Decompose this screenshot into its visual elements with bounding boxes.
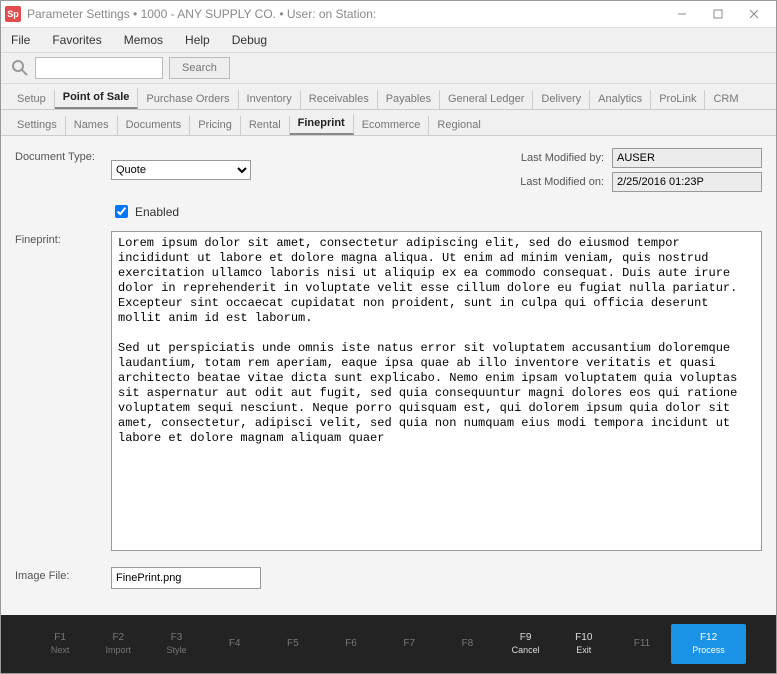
menu-memos[interactable]: Memos xyxy=(124,33,163,47)
fkey-f2[interactable]: F2Import xyxy=(89,632,147,656)
subtab-rental[interactable]: Rental xyxy=(241,116,290,135)
last-modified-on-label: Last Modified on: xyxy=(520,176,604,188)
fkey-f6[interactable]: F6 xyxy=(322,638,380,650)
menu-debug[interactable]: Debug xyxy=(232,33,267,47)
fineprint-textarea[interactable]: Lorem ipsum dolor sit amet, consectetur … xyxy=(111,231,762,551)
close-button[interactable] xyxy=(736,1,772,27)
tab-general-ledger[interactable]: General Ledger xyxy=(440,90,533,109)
search-icon xyxy=(11,59,29,77)
enabled-label: Enabled xyxy=(135,205,179,219)
document-type-label: Document Type: xyxy=(15,148,103,192)
tab-delivery[interactable]: Delivery xyxy=(533,90,590,109)
title-bar: Sp Parameter Settings • 1000 - ANY SUPPL… xyxy=(1,1,776,28)
tab-setup[interactable]: Setup xyxy=(9,90,55,109)
image-file-label: Image File: xyxy=(15,567,103,589)
fineprint-label: Fineprint: xyxy=(15,231,103,551)
fkey-f9-cancel[interactable]: F9Cancel xyxy=(497,632,555,656)
minimize-button[interactable] xyxy=(664,1,700,27)
app-icon: Sp xyxy=(5,6,21,22)
fkey-f4[interactable]: F4 xyxy=(206,638,264,650)
maximize-button[interactable] xyxy=(700,1,736,27)
last-modified-on-field xyxy=(612,172,762,192)
function-key-bar: F1Next F2Import F3Style F4 F5 F6 F7 F8 F… xyxy=(1,615,776,673)
search-input[interactable] xyxy=(35,57,163,79)
image-file-field[interactable] xyxy=(111,567,261,589)
fkey-f3[interactable]: F3Style xyxy=(147,632,205,656)
last-modified-by-label: Last Modified by: xyxy=(520,152,604,164)
tab-purchase-orders[interactable]: Purchase Orders xyxy=(138,90,238,109)
menu-favorites[interactable]: Favorites xyxy=(52,33,101,47)
subtab-fineprint[interactable]: Fineprint xyxy=(290,114,354,135)
secondary-tabs: Settings Names Documents Pricing Rental … xyxy=(1,110,776,136)
fkey-f7[interactable]: F7 xyxy=(380,638,438,650)
menu-file[interactable]: File xyxy=(11,33,30,47)
tab-inventory[interactable]: Inventory xyxy=(239,90,301,109)
enabled-checkbox[interactable] xyxy=(115,205,128,218)
subtab-pricing[interactable]: Pricing xyxy=(190,116,241,135)
toolbar: Search xyxy=(1,53,776,84)
fkey-f10-exit[interactable]: F10Exit xyxy=(555,632,613,656)
primary-tabs: Setup Point of Sale Purchase Orders Inve… xyxy=(1,84,776,110)
tab-payables[interactable]: Payables xyxy=(378,90,440,109)
form-area: Document Type: Quote Last Modified by: L… xyxy=(1,136,776,615)
tab-prolink[interactable]: ProLink xyxy=(651,90,705,109)
fkey-f5[interactable]: F5 xyxy=(264,638,322,650)
subtab-names[interactable]: Names xyxy=(66,116,118,135)
menu-help[interactable]: Help xyxy=(185,33,210,47)
fkey-f1[interactable]: F1Next xyxy=(31,632,89,656)
subtab-regional[interactable]: Regional xyxy=(429,116,488,135)
window-title: Parameter Settings • 1000 - ANY SUPPLY C… xyxy=(27,7,376,21)
subtab-ecommerce[interactable]: Ecommerce xyxy=(354,116,430,135)
subtab-settings[interactable]: Settings xyxy=(9,116,66,135)
tab-analytics[interactable]: Analytics xyxy=(590,90,651,109)
tab-receivables[interactable]: Receivables xyxy=(301,90,378,109)
fkey-f8[interactable]: F8 xyxy=(438,638,496,650)
document-type-select[interactable]: Quote xyxy=(111,160,251,180)
tab-point-of-sale[interactable]: Point of Sale xyxy=(55,88,139,109)
meta-block: Last Modified by: Last Modified on: xyxy=(520,148,762,192)
fkey-f11[interactable]: F11 xyxy=(613,638,671,650)
menu-bar: File Favorites Memos Help Debug xyxy=(1,28,776,53)
tab-crm[interactable]: CRM xyxy=(705,90,746,109)
last-modified-by-field xyxy=(612,148,762,168)
fkey-f12-process[interactable]: F12Process xyxy=(671,624,746,664)
search-button[interactable]: Search xyxy=(169,57,230,79)
subtab-documents[interactable]: Documents xyxy=(118,116,191,135)
